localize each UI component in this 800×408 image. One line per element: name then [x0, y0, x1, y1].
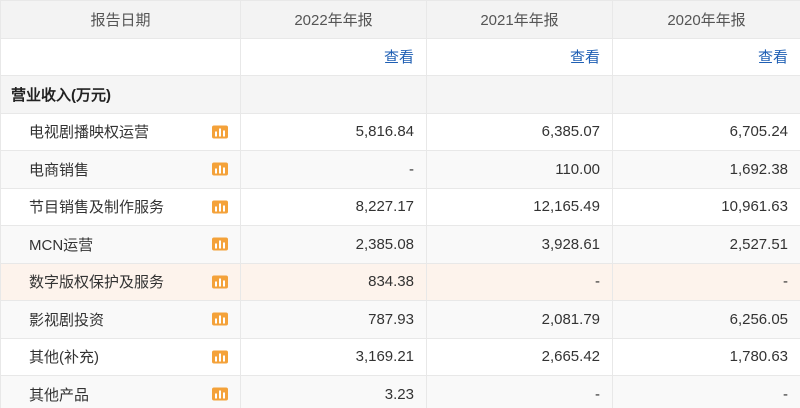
bar-chart-icon[interactable]	[212, 200, 228, 214]
value-cell: 10,961.63	[612, 187, 800, 226]
row-label-cell: 电视剧播映权运营	[0, 112, 241, 151]
value-cell: 3,169.21	[240, 337, 427, 376]
value-cell: 1,692.38	[612, 150, 800, 189]
value-cell: 6,385.07	[426, 112, 613, 151]
row-label: 数字版权保护及服务	[29, 274, 165, 292]
value-cell: 5,816.84	[240, 112, 427, 151]
value-cell: 834.38	[240, 262, 427, 301]
value-cell: -	[426, 262, 613, 301]
value-cell: -	[426, 375, 613, 408]
value-cell: 6,705.24	[612, 112, 800, 151]
row-label-cell: 数字版权保护及服务	[0, 262, 241, 301]
value-cell: -	[612, 375, 800, 408]
view-links-row: 查看 查看 查看	[0, 37, 800, 76]
period-header-2022[interactable]: 2022年年报	[240, 0, 427, 39]
row-label: 其他(补充)	[29, 349, 99, 367]
view-link-2020[interactable]: 查看	[758, 49, 788, 66]
table-row: 影视剧投资 787.93 2,081.79 6,256.05	[0, 300, 800, 339]
view-link-2021[interactable]: 查看	[570, 49, 600, 66]
value-cell: 2,665.42	[426, 337, 613, 376]
bar-chart-icon[interactable]	[212, 275, 228, 289]
row-label-cell: 电商销售	[0, 150, 241, 189]
row-label: 影视剧投资	[29, 311, 105, 329]
bar-chart-icon[interactable]	[212, 350, 228, 364]
bar-chart-icon[interactable]	[212, 162, 228, 176]
value-cell: -	[240, 150, 427, 189]
period-header-2021[interactable]: 2021年年报	[426, 0, 613, 39]
row-label-cell: 其他(补充)	[0, 337, 241, 376]
row-label-cell: 其他产品	[0, 375, 241, 408]
table-row: 节目销售及制作服务 8,227.17 12,165.49 10,961.63	[0, 187, 800, 226]
row-label: MCN运营	[29, 236, 94, 254]
bar-chart-icon[interactable]	[212, 237, 228, 251]
value-cell: 2,385.08	[240, 225, 427, 264]
value-cell: 787.93	[240, 300, 427, 339]
bar-chart-icon[interactable]	[212, 312, 228, 326]
value-cell: 2,081.79	[426, 300, 613, 339]
header-row: 报告日期 2022年年报 2021年年报 2020年年报	[0, 0, 800, 39]
revenue-table: 报告日期 2022年年报 2021年年报 2020年年报 查看 查看 查看 营业…	[0, 0, 800, 408]
value-cell: 3.23	[240, 375, 427, 408]
value-cell: 2,527.51	[612, 225, 800, 264]
row-label: 电视剧播映权运营	[29, 124, 150, 142]
value-cell: 3,928.61	[426, 225, 613, 264]
section-title: 营业收入(万元)	[0, 75, 241, 114]
row-label-cell: MCN运营	[0, 225, 241, 264]
table-row: 其他产品 3.23- -	[0, 375, 800, 408]
row-label: 节目销售及制作服务	[29, 199, 165, 217]
value-cell: 6,256.05	[612, 300, 800, 339]
row-label-cell: 影视剧投资	[0, 300, 241, 339]
row-label: 电商销售	[29, 161, 90, 179]
table-row: 数字版权保护及服务 834.38- -	[0, 262, 800, 301]
value-cell: 8,227.17	[240, 187, 427, 226]
table-row: 电商销售 -110.00 1,692.38	[0, 150, 800, 189]
report-date-header: 报告日期	[0, 0, 241, 39]
table-row: 其他(补充) 3,169.21 2,665.42 1,780.63	[0, 337, 800, 376]
value-cell: 12,165.49	[426, 187, 613, 226]
table-row: 电视剧播映权运营 5,816.84 6,385.07 6,705.24	[0, 112, 800, 151]
view-link-2022[interactable]: 查看	[384, 49, 414, 66]
bar-chart-icon[interactable]	[212, 125, 228, 139]
table-row: MCN运营 2,385.08 3,928.61 2,527.51	[0, 225, 800, 264]
empty-cell	[0, 37, 241, 76]
period-header-2020[interactable]: 2020年年报	[612, 0, 800, 39]
section-row: 营业收入(万元)	[0, 75, 800, 114]
row-label: 其他产品	[29, 386, 90, 404]
value-cell: -	[612, 262, 800, 301]
value-cell: 1,780.63	[612, 337, 800, 376]
value-cell: 110.00	[426, 150, 613, 189]
bar-chart-icon[interactable]	[212, 387, 228, 401]
row-label-cell: 节目销售及制作服务	[0, 187, 241, 226]
